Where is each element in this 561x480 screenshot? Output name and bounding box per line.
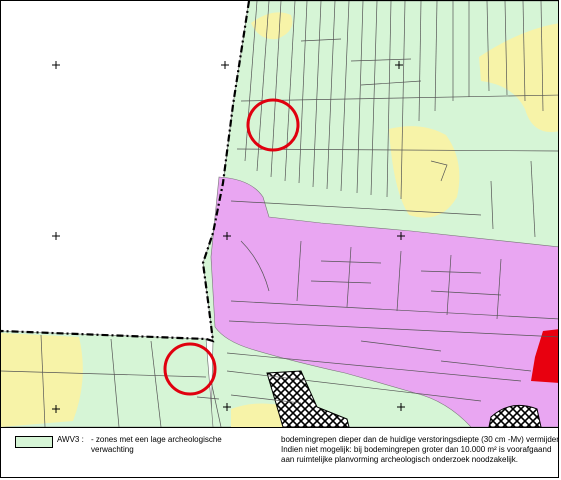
legend-note-line: Indien niet mogelijk: bij bodemingrepen … bbox=[281, 445, 552, 454]
map-canvas[interactable] bbox=[1, 1, 559, 427]
legend-description: - zones met een lage archeologische verw… bbox=[91, 435, 241, 455]
legend-note: bodemingrepen dieper dan de huidige vers… bbox=[281, 435, 559, 465]
legend-swatch-awv3 bbox=[15, 436, 53, 448]
legend-description-line: verwachting bbox=[91, 445, 134, 454]
legend-code: AWV3 : bbox=[57, 435, 84, 444]
legend-note-line: aan ruimtelijke planvorming archeologisc… bbox=[281, 455, 519, 464]
legend-description-line: - zones met een lage archeologische bbox=[91, 435, 222, 444]
legend-panel: AWV3 : - zones met een lage archeologisc… bbox=[1, 427, 559, 477]
yellow-zone-southwest bbox=[1, 333, 83, 427]
legend-note-line: bodemingrepen dieper dan de huidige vers… bbox=[281, 435, 559, 444]
map-frame: AWV3 : - zones met een lage archeologisc… bbox=[0, 0, 559, 478]
